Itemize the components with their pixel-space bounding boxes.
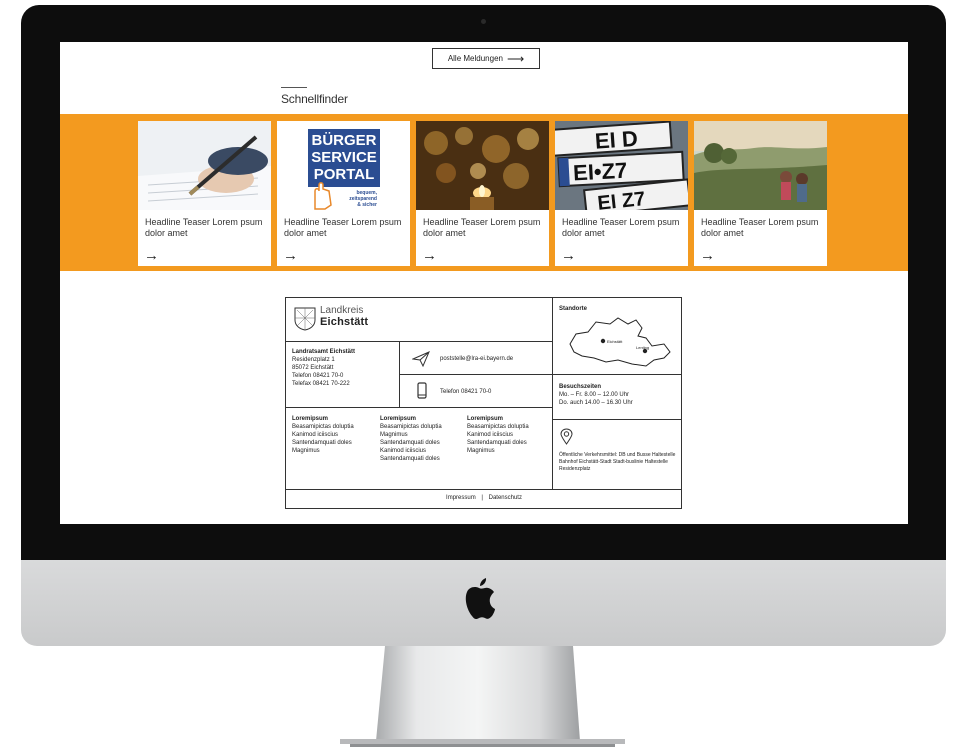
teaser-card-4[interactable]: EI D EI•Z7 EI Z7 Headline Teaser Lorem p… <box>555 121 688 266</box>
portal-tagline-3: & sicher <box>357 202 377 208</box>
teaser-card-5[interactable]: Headline Teaser Lorem psum dolor amet → <box>694 121 827 266</box>
column-heading: Loremipsum <box>467 416 504 422</box>
candle-bokeh-photo <box>416 121 549 210</box>
section-divider <box>281 87 307 88</box>
teaser-card-1[interactable]: Headline Teaser Lorem psum dolor amet → <box>138 121 271 266</box>
plate-text-3: EI Z7 <box>596 188 646 210</box>
footer-link[interactable]: Beasamipictas doluptia <box>380 423 442 431</box>
arrow-right-icon: → <box>561 247 576 264</box>
divider <box>286 489 682 490</box>
office-city: 85072 Eichstätt <box>292 365 334 371</box>
arrow-right-icon: → <box>700 247 715 264</box>
footer-link[interactable]: Santendamquati doles <box>467 439 529 447</box>
divider <box>399 374 552 375</box>
buerger-service-portal-logo: BÜRGER SERVICE PORTAL bequem, zeitsparen… <box>277 121 410 210</box>
footer-link[interactable]: Santendamquati doles <box>380 455 442 463</box>
telephone-text: Telefon 08421 70-0 <box>440 389 492 395</box>
divider <box>552 419 682 420</box>
send-mail-icon <box>412 351 430 367</box>
logo-line-1: Landkreis <box>320 305 364 316</box>
teaser-card-3[interactable]: Headline Teaser Lorem psum dolor amet → <box>416 121 549 266</box>
coat-of-arms-icon <box>294 307 316 331</box>
teaser-text: Headline Teaser Lorem psum dolor amet <box>423 217 541 238</box>
separator: | <box>481 495 483 501</box>
plate-text-2: EI•Z7 <box>572 158 627 186</box>
arrow-right-icon: ⟶ <box>506 51 525 66</box>
location-pin-icon <box>560 428 573 445</box>
phone-icon <box>417 382 427 399</box>
location-pin-icon <box>600 338 606 344</box>
office-fax: Telefax 08421 70-222 <box>292 381 350 387</box>
footer-box: Landkreis Eichstätt Landratsamt Eichstät… <box>285 297 682 509</box>
hikers-landscape-photo <box>694 121 827 210</box>
license-plates-photo: EI D EI•Z7 EI Z7 <box>555 121 688 210</box>
portal-line-3: PORTAL <box>314 166 375 183</box>
all-news-button[interactable]: Alle Meldungen ⟶ <box>432 48 540 69</box>
footer-link[interactable]: Magnimus <box>380 431 442 439</box>
divider <box>552 374 682 375</box>
portal-line-1: BÜRGER <box>311 132 376 149</box>
teaser-card-2[interactable]: BÜRGER SERVICE PORTAL bequem, zeitsparen… <box>277 121 410 266</box>
column-heading: Loremipsum <box>380 416 417 422</box>
footer-link[interactable]: Kanimod iciiscius <box>467 431 529 439</box>
divider <box>552 298 553 489</box>
monitor-stand <box>340 646 625 747</box>
office-name: Landratsamt Eichstätt <box>292 349 356 355</box>
visiting-hours: Besuchszeiten Mo. – Fr. 8.00 – 12.00 Uhr… <box>559 383 633 407</box>
camera-icon <box>481 19 486 24</box>
visiting-hours-line: Do. auch 14.00 – 16.30 Uhr <box>559 400 633 406</box>
link-column-3: Loremipsum Beasamipictas doluptia Kanimo… <box>467 415 529 455</box>
visiting-hours-line: Mo. – Fr. 8.00 – 12.00 Uhr <box>559 392 630 398</box>
divider <box>286 407 552 408</box>
link-column-1: Loremipsum Beasamipictas doluptia Kanimo… <box>292 415 354 455</box>
teaser-text: Headline Teaser Lorem psum dolor amet <box>145 217 263 238</box>
office-phone: Telefon 08421 70-0 <box>292 373 344 379</box>
map-city-1: Eichstätt <box>607 339 623 344</box>
plate-text-1: EI D <box>594 126 638 154</box>
arrow-right-icon: → <box>283 247 298 264</box>
footer-link[interactable]: Magnimus <box>467 447 529 455</box>
screen: Alle Meldungen ⟶ Schnellfinder Headline … <box>60 42 908 524</box>
link-column-2: Loremipsum Beasamipictas doluptia Magnim… <box>380 415 442 463</box>
teaser-text: Headline Teaser Lorem psum dolor amet <box>562 217 680 238</box>
footer-link[interactable]: Kanimod iciiscius <box>380 447 442 455</box>
transport-info: Öffentliche Verkehrsmittel: DB und Busse… <box>559 452 676 472</box>
arrow-right-icon: → <box>422 247 437 264</box>
all-news-label: Alle Meldungen <box>447 54 503 63</box>
map-city-2: Lenting <box>636 345 649 350</box>
teaser-text: Headline Teaser Lorem psum dolor amet <box>284 217 402 238</box>
hand-writing-pen-photo <box>138 121 271 210</box>
teaser-text: Headline Teaser Lorem psum dolor amet <box>701 217 819 238</box>
divider <box>286 341 552 342</box>
legal-links: Impressum | Datenschutz <box>286 494 682 502</box>
office-address: Landratsamt Eichstätt Residenzplatz 1 85… <box>292 348 355 388</box>
arrow-right-icon: → <box>144 247 159 264</box>
visiting-hours-title: Besuchszeiten <box>559 384 602 390</box>
footer-link[interactable]: Magnimus <box>292 447 354 455</box>
footer-link[interactable]: Beasamipictas doluptia <box>467 423 529 431</box>
apple-logo-icon <box>465 578 495 620</box>
quickfinder-band: Headline Teaser Lorem psum dolor amet → … <box>60 114 908 271</box>
impressum-link[interactable]: Impressum <box>446 495 476 501</box>
footer-link[interactable]: Santendamquati doles <box>380 439 442 447</box>
section-title: Schnellfinder <box>281 92 348 106</box>
office-street: Residenzplatz 1 <box>292 357 335 363</box>
footer-link[interactable]: Kanimod iciiscius <box>292 431 354 439</box>
column-heading: Loremipsum <box>292 416 329 422</box>
footer-link[interactable]: Beasamipictas doluptia <box>292 423 354 431</box>
portal-line-2: SERVICE <box>311 149 377 166</box>
datenschutz-link[interactable]: Datenschutz <box>489 495 522 501</box>
logo-line-2: Eichstätt <box>320 316 369 328</box>
footer-link[interactable]: Santendamquati doles <box>292 439 354 447</box>
district-map: Eichstätt Lenting <box>569 317 671 367</box>
email-link[interactable]: poststelle@lra-ei.bayern.de <box>440 355 513 363</box>
standorte-title: Standorte <box>559 306 588 312</box>
